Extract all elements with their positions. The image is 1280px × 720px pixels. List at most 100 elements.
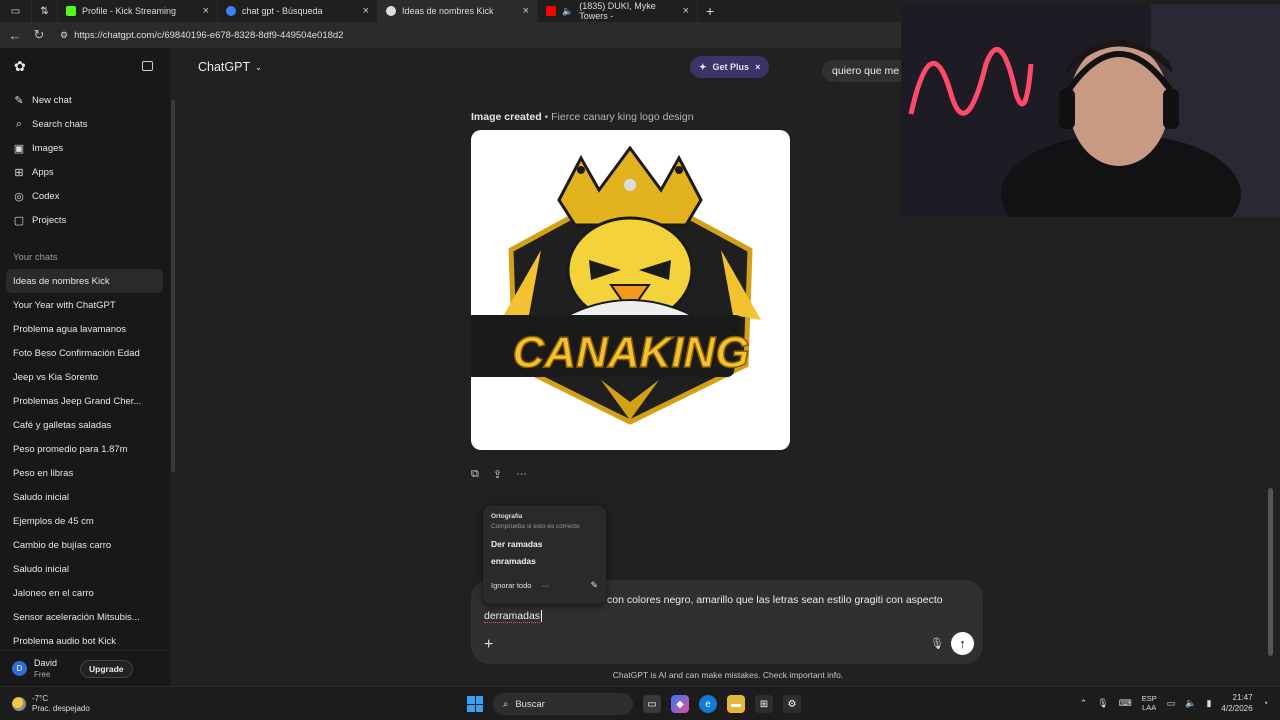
spell-suggestion[interactable]: Der ramadas — [491, 539, 598, 549]
microphone-tray-icon[interactable]: 🎙 — [1097, 698, 1108, 709]
chat-list-item[interactable]: Foto Beso Confirmación Edad — [0, 341, 163, 365]
store-icon[interactable]: ⊞ — [755, 695, 773, 713]
model-label: ChatGPT — [198, 60, 251, 74]
sidebar-item-images[interactable]: ▣ Images — [0, 136, 171, 160]
weather-widget[interactable]: -7°C Prac. despejado — [0, 694, 140, 714]
chat-list-item[interactable]: Peso promedio para 1.87m — [0, 437, 163, 461]
generated-image[interactable]: CANAKING — [471, 130, 790, 450]
new-chat-icon: ✎ — [14, 94, 24, 107]
copilot-icon[interactable]: ◆ — [671, 695, 689, 713]
sidebar-item-label: New chat — [32, 94, 72, 106]
openai-logo-icon[interactable]: ✿ — [14, 58, 26, 75]
close-icon[interactable]: × — [755, 62, 760, 72]
close-icon[interactable]: × — [203, 5, 209, 17]
user-name: David — [34, 657, 58, 668]
image-actions: ⧉ ⇪ ··· — [471, 468, 527, 481]
close-icon[interactable]: × — [523, 5, 529, 17]
tab-actions-button[interactable]: ▭ — [0, 0, 32, 22]
arrow-up-icon: ↑ — [959, 636, 966, 651]
chat-list-item[interactable]: Sensor aceleración Mitsubis... — [0, 605, 163, 629]
browser-tab-kick[interactable]: Profile - Kick Streaming × — [58, 0, 218, 22]
clock-time: 21:47 — [1232, 693, 1253, 702]
browser-tab-search[interactable]: chat gpt - Búsqueda × — [218, 0, 378, 22]
share-icon[interactable]: ⇪ — [493, 468, 502, 481]
monitor-icon[interactable]: ▭ — [1167, 698, 1176, 709]
spellcheck-subheading: Comprueba si esto es correcto — [491, 523, 580, 530]
codex-icon: ◎ — [14, 190, 24, 203]
edge-icon[interactable]: e — [699, 695, 717, 713]
more-options-icon[interactable]: ··· — [516, 468, 527, 481]
image-title: • Fierce canary king logo design — [544, 111, 694, 123]
chat-list-item[interactable]: Cambio de bujías carro — [0, 533, 163, 557]
close-icon[interactable]: × — [363, 5, 369, 17]
disclaimer: ChatGPT is AI and can make mistakes. Che… — [612, 670, 844, 680]
sidebar-item-new-chat[interactable]: ✎ New chat — [0, 88, 171, 112]
youtube-icon — [546, 6, 556, 16]
search-label: Buscar — [515, 698, 545, 710]
ignore-all-button[interactable]: Ignorar todo — [491, 581, 531, 590]
keyboard-icon[interactable]: ⌨ — [1119, 698, 1132, 709]
file-explorer-icon[interactable]: ▬ — [727, 695, 745, 713]
notification-icon[interactable]: ◔ — [1263, 698, 1268, 708]
chevron-up-icon[interactable]: ⌃ — [1080, 698, 1088, 709]
kick-icon — [66, 6, 76, 16]
close-icon[interactable]: × — [683, 5, 689, 17]
pen-icon[interactable]: ✎ — [590, 580, 598, 591]
microphone-icon[interactable]: 🎙 — [930, 637, 944, 650]
composer-line-2: derramadas — [484, 608, 964, 624]
copy-icon[interactable]: ⧉ — [471, 468, 479, 481]
windows-start-icon[interactable] — [467, 696, 483, 712]
chat-list-item[interactable]: Saludo inicial — [0, 485, 163, 509]
user-message-bubble: quiero que me — [822, 60, 910, 82]
site-info-icon[interactable]: ⚙ — [60, 30, 68, 41]
clock[interactable]: 21:47 4/2/2026 — [1221, 692, 1252, 714]
user-account[interactable]: D David Free Upgrade — [0, 650, 171, 686]
images-icon: ▣ — [13, 142, 25, 155]
get-plus-label: Get Plus — [712, 62, 750, 72]
temperature: -7°C — [32, 693, 49, 703]
chat-list: Ideas de nombres Kick Your Year with Cha… — [0, 269, 171, 653]
chat-list-item[interactable]: Jeep vs Kia Sorento — [0, 365, 163, 389]
spellcheck-popup: Ortografía Comprueba si esto es correcto… — [483, 506, 606, 604]
search-tab-icon — [226, 6, 236, 16]
sidebar-item-apps[interactable]: ⊞ Apps — [0, 160, 171, 184]
battery-icon[interactable]: ▮ — [1206, 698, 1211, 709]
chat-list-item[interactable]: Saludo inicial — [0, 557, 163, 581]
chat-list-item[interactable]: Jaloneo en el carro — [0, 581, 163, 605]
chat-list-item[interactable]: Ideas de nombres Kick — [6, 269, 163, 293]
chat-list-item[interactable]: Problemas Jeep Grand Cher... — [0, 389, 163, 413]
taskbar-search[interactable]: ⌕ Buscar — [493, 693, 633, 715]
system-tray: ⌃ 🎙 ⌨ ESP LAA ▭ 🔈 ▮ 21:47 4/2/2026 ◔ — [1080, 692, 1268, 714]
upgrade-button[interactable]: Upgrade — [80, 659, 133, 678]
get-plus-button[interactable]: ✦ Get Plus × — [690, 56, 770, 78]
more-options-icon[interactable]: ··· — [541, 581, 549, 590]
speaker-icon[interactable]: 🔈 — [562, 6, 573, 17]
browser-tab-chatgpt[interactable]: Ideas de nombres Kick × — [378, 0, 538, 22]
main-scrollbar[interactable] — [1268, 488, 1273, 656]
refresh-icon[interactable]: ↻ — [32, 27, 46, 43]
image-created-label: Image created — [471, 111, 542, 123]
language-indicator[interactable]: ESP LAA — [1142, 694, 1157, 712]
settings-icon[interactable]: ⚙ — [783, 695, 801, 713]
model-selector[interactable]: ChatGPT ⌄ — [198, 60, 262, 74]
new-tab-button[interactable]: + — [698, 0, 722, 22]
sidebar-toggle-icon[interactable] — [142, 61, 153, 71]
chat-list-item[interactable]: Café y galletas saladas — [0, 413, 163, 437]
send-button[interactable]: ↑ — [951, 632, 974, 655]
chat-list-item[interactable]: Your Year with ChatGPT — [0, 293, 163, 317]
sidebar-item-codex[interactable]: ◎ Codex — [0, 184, 171, 208]
chat-list-item[interactable]: Problema agua lavamanos — [0, 317, 163, 341]
chat-list-item[interactable]: Peso en libras — [0, 461, 163, 485]
spell-suggestion[interactable]: enramadas — [491, 556, 598, 566]
volume-icon[interactable]: 🔈 — [1185, 698, 1196, 709]
sidebar-item-projects[interactable]: ▢ Projects — [0, 208, 171, 232]
add-attachment-icon[interactable]: + — [484, 636, 493, 654]
sidebar-item-search-chats[interactable]: ⌕ Search chats — [0, 112, 171, 136]
chat-list-item[interactable]: Ejemplos de 45 cm — [0, 509, 163, 533]
task-view-icon[interactable]: ▭ — [643, 695, 661, 713]
sidebar-scrollbar[interactable] — [171, 100, 175, 472]
browser-tab-youtube[interactable]: 🔈 (1835) DUKI, Myke Towers - × — [538, 0, 698, 22]
user-plan: Free — [34, 669, 51, 679]
vertical-tabs-button[interactable]: ⇅ — [32, 0, 58, 22]
back-arrow-icon[interactable]: ← — [8, 28, 22, 43]
